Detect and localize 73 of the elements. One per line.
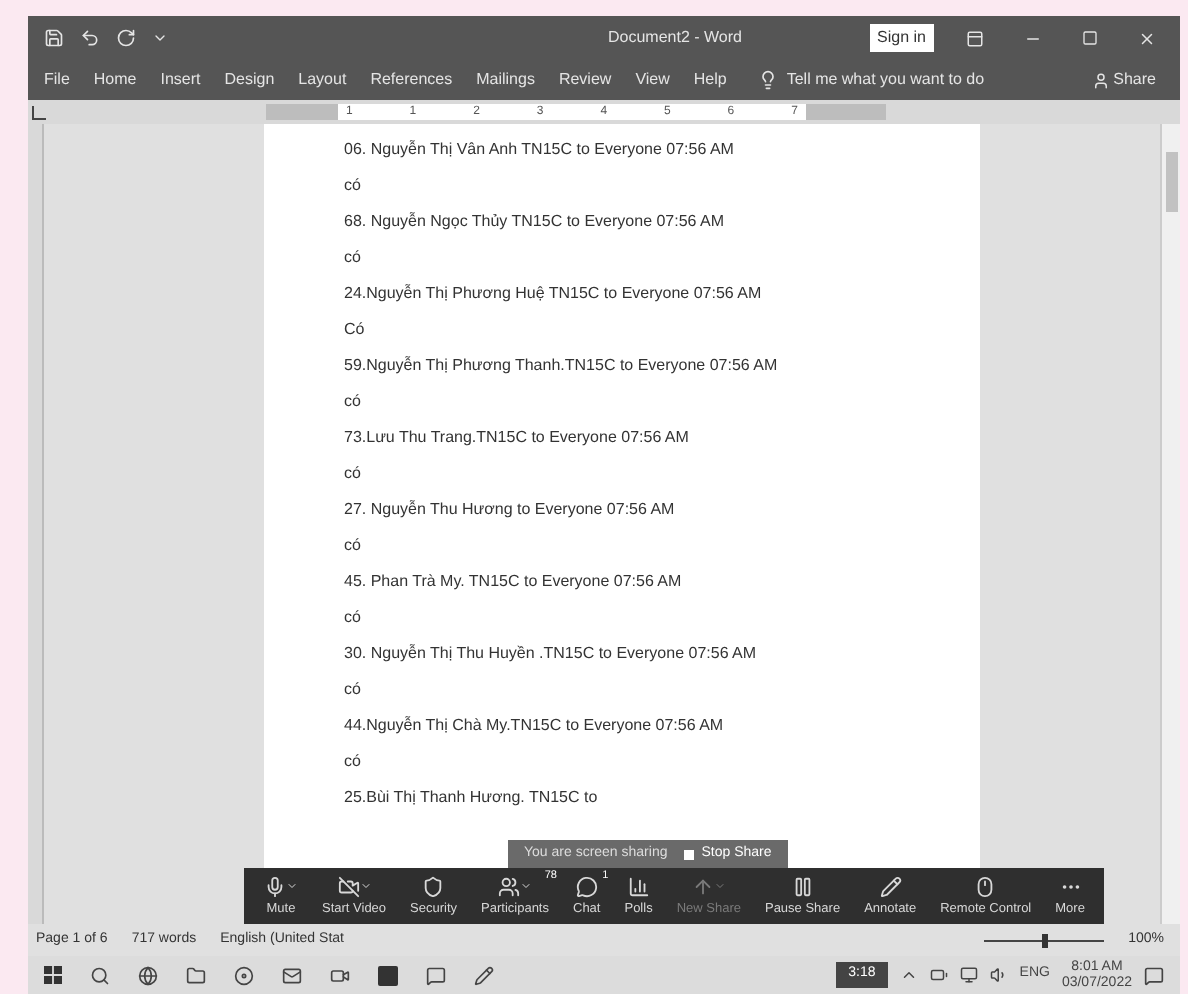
document-line: có xyxy=(344,678,361,702)
mail-icon[interactable] xyxy=(282,965,302,985)
restore-icon[interactable] xyxy=(1082,30,1098,46)
ribbon-tab[interactable]: Review xyxy=(558,68,612,92)
redo-icon[interactable] xyxy=(116,28,136,48)
zoom-slider-thumb[interactable] xyxy=(1041,933,1048,947)
ribbon-display-icon[interactable] xyxy=(966,29,984,47)
people-icon xyxy=(498,875,521,898)
zoom-slider[interactable] xyxy=(984,933,1105,947)
ribbon-tab[interactable]: View xyxy=(635,68,670,92)
app-icon[interactable] xyxy=(234,965,254,985)
browser-icon[interactable] xyxy=(138,965,158,985)
pencil-icon xyxy=(879,875,902,898)
chevron-up-icon[interactable] xyxy=(899,966,918,984)
scrollbar[interactable] xyxy=(1160,124,1180,924)
document-line: có xyxy=(344,534,361,558)
ribbon-tab[interactable]: References xyxy=(370,68,453,92)
arrow-up-icon xyxy=(691,875,714,898)
ribbon-tab[interactable]: Home xyxy=(93,68,137,92)
document-line: 45. Phan Trà My. TN15C to Everyone 07:56 AM xyxy=(344,570,682,594)
pause-icon xyxy=(791,875,814,898)
ribbon-tab[interactable]: Insert xyxy=(160,68,201,92)
chat-app-icon[interactable] xyxy=(426,965,446,985)
document-line: 06. Nguyễn Thị Vân Anh TN15C to Everyone 07:56 AM xyxy=(344,138,734,162)
document-line: 59.Nguyễn Thị Phương Thanh.TN15C to Everyone 07:56 AM xyxy=(344,354,778,378)
document-line: 30. Nguyễn Thị Thu Huyền .TN15C to Everyone 07:56 AM xyxy=(344,642,757,666)
caret-icon[interactable] xyxy=(286,880,298,893)
document-line: 44.Nguyễn Thị Chà My.TN15C to Everyone 07:56 AM xyxy=(344,714,724,738)
mouse-icon xyxy=(974,875,997,898)
ribbon-tab[interactable]: Layout xyxy=(298,68,347,92)
bar-chart-icon xyxy=(627,875,650,898)
ribbon-tab[interactable]: Design xyxy=(224,68,275,92)
document-line: có xyxy=(344,750,361,774)
document-line: 68. Nguyễn Ngọc Thủy TN15C to Everyone 07:56 AM xyxy=(344,210,725,234)
caret-icon[interactable] xyxy=(359,880,372,893)
close-icon[interactable] xyxy=(1138,29,1156,47)
speaker-icon[interactable] xyxy=(989,966,1008,984)
tell-me-search[interactable]: Tell me what you want to do xyxy=(786,68,985,92)
save-icon[interactable] xyxy=(44,28,64,48)
video-camera-icon[interactable] xyxy=(330,965,350,985)
microphone-icon xyxy=(264,875,286,898)
word-app-icon[interactable] xyxy=(378,965,398,985)
document-line: 27. Nguyễn Thu Hương to Everyone 07:56 AM xyxy=(344,498,675,522)
share-button[interactable]: Share xyxy=(1113,68,1156,92)
document-line: có xyxy=(344,246,361,270)
document-line: 73.Lưu Thu Trang.TN15C to Everyone 07:56 AM xyxy=(344,426,689,450)
document-line: 24.Nguyễn Thị Phương Huệ TN15C to Everyone 07:56 AM xyxy=(344,282,762,306)
document-line: có xyxy=(344,390,361,414)
document-line: 25.Bùi Thị Thanh Hương. TN15C to xyxy=(344,786,598,810)
ribbon-tab[interactable]: Mailings xyxy=(476,68,535,92)
document-line: Có xyxy=(344,318,365,342)
folder-icon[interactable] xyxy=(186,965,206,985)
document-line: có xyxy=(344,174,361,198)
windows-start-icon[interactable] xyxy=(44,966,62,984)
undo-icon[interactable] xyxy=(80,28,100,48)
search-icon[interactable] xyxy=(90,965,110,985)
battery-icon[interactable] xyxy=(929,966,948,984)
lightbulb-icon[interactable] xyxy=(758,70,779,90)
ribbon-tab[interactable]: Help xyxy=(693,68,727,92)
window-title: Document2 - Word xyxy=(608,26,742,50)
document-line: có xyxy=(344,462,361,486)
video-off-icon xyxy=(337,875,360,898)
paint-icon[interactable] xyxy=(474,965,494,985)
ribbon-tab[interactable]: File xyxy=(44,68,70,92)
sign-in-button[interactable]: Sign in xyxy=(869,24,934,52)
person-icon[interactable] xyxy=(1091,71,1110,89)
tab-selector-icon[interactable] xyxy=(32,105,46,119)
shield-icon xyxy=(422,875,445,898)
caret-icon[interactable] xyxy=(520,880,533,893)
document-line: có xyxy=(344,606,361,630)
chat-bubble-icon xyxy=(575,875,598,898)
caret-icon[interactable] xyxy=(152,30,168,46)
notification-icon[interactable] xyxy=(1144,965,1164,985)
